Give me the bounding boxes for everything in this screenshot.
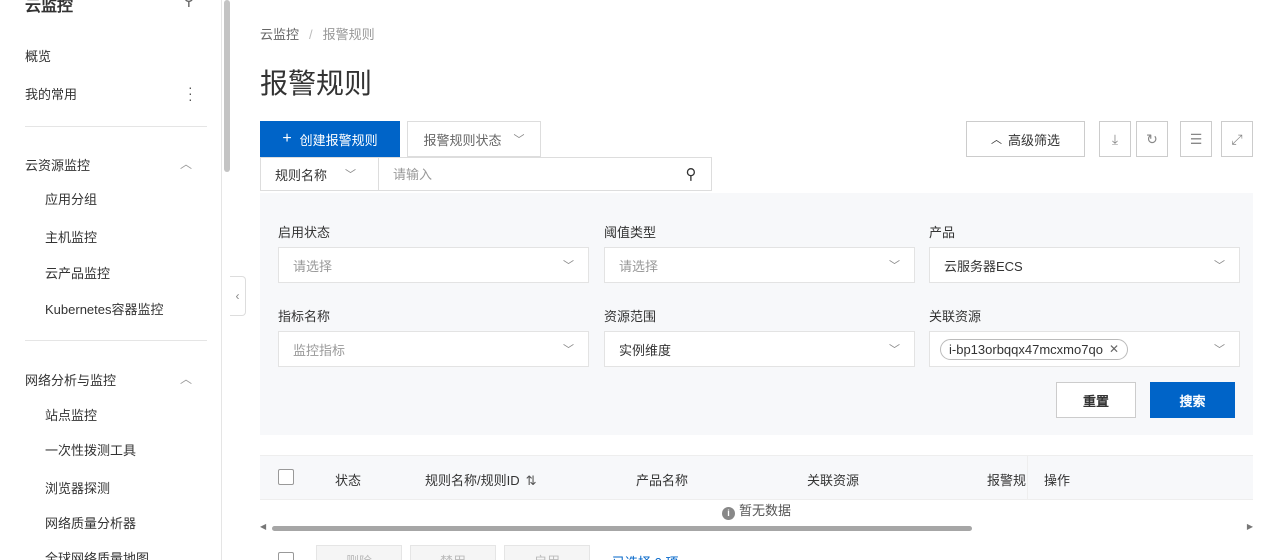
threshold-type-select[interactable]: 请选择 ﹀ <box>604 247 915 283</box>
footer-select-checkbox[interactable] <box>278 552 294 560</box>
sidebar-item-global-network-map[interactable]: 全球网络质量地图 <box>45 548 149 560</box>
select-all-checkbox[interactable] <box>278 469 294 485</box>
create-rule-button[interactable]: + 创建报警规则 <box>260 121 400 157</box>
resource-scope-label: 资源范围 <box>604 309 657 324</box>
disable-button[interactable]: 禁用 <box>410 545 496 560</box>
resource-tag: i-bp13orbqqx47mcxmo7qo ✕ <box>940 338 1128 360</box>
chevron-down-icon: ﹀ <box>889 260 900 272</box>
search-icon[interactable]: ⚲ <box>183 0 195 10</box>
column-status: 状态 <box>335 473 362 488</box>
fullscreen-icon[interactable]: ⤢ <box>1221 121 1253 157</box>
sort-icon[interactable]: ⇅ <box>526 473 537 488</box>
sidebar-item-favorites[interactable]: 我的常用 <box>25 84 77 103</box>
chevron-left-icon: ‹ <box>235 289 240 303</box>
search-icon[interactable]: ⚲ <box>671 165 711 183</box>
sidebar-item-one-time-probe[interactable]: 一次性拨测工具 <box>45 440 136 459</box>
enable-button[interactable]: 启用 <box>504 545 590 560</box>
refresh-icon[interactable]: ↻ <box>1136 121 1168 157</box>
threshold-type-label: 阈值类型 <box>604 225 657 240</box>
page-title: 报警规则 <box>260 68 373 99</box>
plus-icon: + <box>282 130 292 147</box>
enable-status-label: 启用状态 <box>278 225 331 240</box>
sidebar-scrollbar[interactable] <box>224 0 230 172</box>
product-select[interactable]: 云服务器ECS ﹀ <box>929 247 1240 283</box>
related-resource-label: 关联资源 <box>929 309 982 324</box>
empty-state: i 暂无数据 <box>260 500 1253 524</box>
list-settings-icon[interactable]: ☰ <box>1180 121 1212 157</box>
filter-panel: 启用状态 请选择 ﹀ 阈值类型 请选择 ﹀ 产品 云服务器ECS ﹀ 指标名称 监控指… <box>260 193 1253 435</box>
chevron-down-icon: ﹀ <box>889 344 900 356</box>
chevron-up-icon[interactable]: ︿ <box>180 370 192 387</box>
advanced-filter-button[interactable]: ︿ 高级筛选 <box>966 121 1085 157</box>
search-bar: 规则名称﹀ ⚲ <box>260 157 712 191</box>
metric-name-label: 指标名称 <box>278 309 331 324</box>
chevron-down-icon: ﹀ <box>1214 260 1225 272</box>
column-operation-fixed: 操作 <box>1027 456 1253 499</box>
sidebar-item-browser-probe[interactable]: 浏览器探测 <box>45 478 110 497</box>
table-header: 状态 规则名称/规则ID ⇅ 产品名称 关联资源 报警规 操作 <box>260 455 1253 500</box>
chevron-down-icon: ﹀ <box>513 134 525 146</box>
search-field-select[interactable]: 规则名称 ﹀ <box>261 158 379 190</box>
horizontal-scrollbar[interactable]: ◀ ▶ <box>260 522 1253 534</box>
sidebar-item-site-monitor[interactable]: 站点监控 <box>45 405 97 424</box>
sidebar-item-app-group[interactable]: 应用分组 <box>45 189 97 208</box>
sidebar-divider <box>25 340 207 341</box>
scroll-left-icon[interactable]: ◀ <box>260 522 266 531</box>
metric-name-select[interactable]: 监控指标 ﹀ <box>278 331 589 367</box>
sidebar-item-network-analyzer[interactable]: 网络质量分析器 <box>45 513 136 532</box>
breadcrumb: 云监控 / 报警规则 <box>260 27 375 42</box>
column-operation: 操作 <box>1044 473 1071 488</box>
chevron-down-icon: ﹀ <box>1214 344 1225 356</box>
sidebar-divider <box>25 126 207 127</box>
more-icon[interactable]: · · · <box>188 80 193 106</box>
chevron-up-icon[interactable]: ︿ <box>180 155 192 172</box>
resource-scope-select[interactable]: 实例维度 ﹀ <box>604 331 915 367</box>
scroll-right-icon[interactable]: ▶ <box>1247 522 1253 531</box>
sidebar-item-host-monitor[interactable]: 主机监控 <box>45 227 97 246</box>
chevron-down-icon: ﹀ <box>563 344 574 356</box>
sidebar-group-network[interactable]: 网络分析与监控 <box>25 370 116 389</box>
sidebar: 云监控 ⚲ 概览 我的常用 · · · 云资源监控 ︿ 应用分组 主机监控 云产品监… <box>0 0 222 560</box>
sidebar-item-k8s-monitor[interactable]: Kubernetes容器监控 <box>45 299 164 318</box>
status-filter-dropdown[interactable]: 报警规则状态 ﹀ <box>407 121 541 157</box>
chevron-down-icon: ﹀ <box>345 169 357 181</box>
main-content: 云监控 / 报警规则 报警规则 + 创建报警规则 报警规则状态 ﹀ ︿ 高级筛选 ⤓ ↻ … <box>246 0 1286 560</box>
column-alarm-rule: 报警规 <box>987 473 1027 488</box>
search-input[interactable] <box>379 158 671 190</box>
column-rule-name[interactable]: 规则名称/规则ID ⇅ <box>425 470 537 489</box>
sidebar-group-cloud-resource[interactable]: 云资源监控 <box>25 155 90 174</box>
search-button[interactable]: 搜索 <box>1150 382 1235 418</box>
delete-button[interactable]: 删除 <box>316 545 402 560</box>
chevron-up-icon: ︿ <box>990 134 1002 146</box>
sidebar-title: 云监控 <box>25 0 74 15</box>
close-icon[interactable]: ✕ <box>1109 342 1119 356</box>
column-related-resource: 关联资源 <box>807 473 860 488</box>
product-label: 产品 <box>929 225 956 240</box>
info-icon: i <box>721 506 735 520</box>
scrollbar-thumb[interactable] <box>272 526 972 531</box>
sidebar-item-cloud-product-monitor[interactable]: 云产品监控 <box>45 263 110 282</box>
chevron-down-icon: ﹀ <box>563 260 574 272</box>
column-product-name: 产品名称 <box>636 473 689 488</box>
breadcrumb-root[interactable]: 云监控 <box>260 27 299 42</box>
selected-count: 已选择 0 项 <box>612 552 678 560</box>
download-icon[interactable]: ⤓ <box>1099 121 1131 157</box>
enable-status-select[interactable]: 请选择 ﹀ <box>278 247 589 283</box>
reset-button[interactable]: 重置 <box>1056 382 1136 418</box>
sidebar-item-overview[interactable]: 概览 <box>25 46 51 65</box>
collapse-sidebar-button[interactable]: ‹ <box>230 276 246 316</box>
related-resource-select[interactable]: i-bp13orbqqx47mcxmo7qo ✕ ﹀ <box>929 331 1240 367</box>
breadcrumb-current: 报警规则 <box>322 27 375 42</box>
